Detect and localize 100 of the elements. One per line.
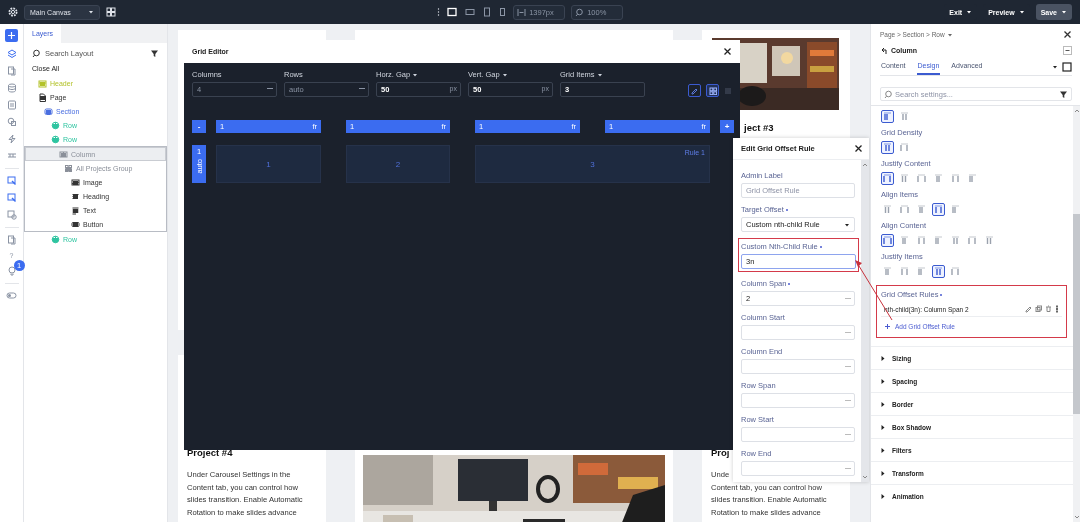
- view-button[interactable]: [706, 84, 719, 97]
- bars-icon: [900, 112, 909, 121]
- bars-icon: [900, 267, 909, 276]
- caret-right-icon: [880, 354, 887, 362]
- bars-icon: [883, 112, 892, 121]
- keyboard-icon[interactable]: [6, 151, 17, 161]
- layout-option-button[interactable]: [983, 234, 996, 247]
- layout-option-button[interactable]: [881, 203, 894, 216]
- desktop-button[interactable]: [446, 6, 459, 18]
- search-icon: [575, 7, 585, 17]
- back-icon[interactable]: [880, 46, 888, 55]
- caret-icon: [88, 9, 94, 15]
- bars-icon: [951, 205, 960, 214]
- close-icon[interactable]: [723, 47, 732, 56]
- shapes-icon[interactable]: [6, 117, 17, 127]
- caret-icon[interactable]: [1052, 64, 1058, 70]
- cursor-icon[interactable]: [6, 176, 17, 186]
- bars-icon: [934, 174, 943, 183]
- card-heading: Proj: [711, 447, 730, 459]
- scrollbar[interactable]: [861, 160, 869, 482]
- bars-icon: [968, 236, 977, 245]
- width-icon: [517, 7, 527, 17]
- bars-icon: [883, 174, 892, 183]
- scrollbar[interactable]: [1073, 106, 1080, 522]
- layout-option-button[interactable]: [881, 234, 894, 247]
- bars-icon: [883, 205, 892, 214]
- bars-icon: [968, 174, 977, 183]
- caret-icon: [1061, 9, 1067, 15]
- more-icon[interactable]: [1055, 305, 1059, 313]
- bars-icon: [883, 236, 892, 245]
- caret-right-icon: [880, 400, 887, 408]
- stepper-icon[interactable]: [267, 86, 273, 91]
- bars-icon: [900, 205, 909, 214]
- document-icon[interactable]: [6, 100, 17, 110]
- pages-icon[interactable]: [6, 66, 17, 76]
- card-heading: ject #3: [744, 122, 774, 134]
- input-field[interactable]: [741, 359, 855, 374]
- bars-icon: [917, 174, 926, 183]
- bars-icon: [934, 267, 943, 276]
- bars-icon: [934, 236, 943, 245]
- bars-icon: [883, 267, 892, 276]
- settings-icon[interactable]: [8, 7, 18, 17]
- remove-column-button[interactable]: -: [192, 120, 206, 133]
- plus-icon: [7, 31, 16, 40]
- pencil-icon[interactable]: [1025, 305, 1032, 313]
- layout-option-button[interactable]: [881, 172, 894, 185]
- input-field[interactable]: [741, 393, 855, 408]
- plus-icon: [884, 323, 891, 330]
- lightning-icon[interactable]: [6, 134, 17, 144]
- desktop-icon[interactable]: [1062, 62, 1072, 72]
- layout-option-button[interactable]: [932, 265, 945, 278]
- close-icon[interactable]: [854, 144, 863, 153]
- search-icon: [32, 49, 41, 58]
- input-field[interactable]: [741, 461, 855, 476]
- database-icon[interactable]: [6, 83, 17, 93]
- layout-option-button[interactable]: [898, 172, 911, 185]
- layout-option-button[interactable]: [932, 203, 945, 216]
- caret-icon[interactable]: [501, 71, 508, 78]
- filter-icon[interactable]: [1059, 89, 1068, 99]
- caret-right-icon: [880, 423, 887, 431]
- stepper-icon[interactable]: [359, 86, 365, 91]
- caret-icon[interactable]: [412, 71, 419, 78]
- chevron-up-icon[interactable]: [1073, 108, 1080, 113]
- view-button[interactable]: [688, 84, 701, 97]
- trash-icon[interactable]: [1045, 305, 1052, 313]
- layout-option-button[interactable]: [881, 141, 894, 154]
- bars-icon: [951, 236, 960, 245]
- grid-icon[interactable]: [106, 7, 116, 17]
- caret-icon[interactable]: [596, 71, 603, 78]
- caret-right-icon: [880, 469, 887, 477]
- caret-icon: [966, 9, 973, 15]
- toggle-icon[interactable]: [6, 291, 17, 300]
- phone-button[interactable]: [498, 6, 508, 18]
- cursor-icon[interactable]: [6, 193, 17, 203]
- input-field[interactable]: [741, 325, 855, 340]
- lightbulb-icon[interactable]: [6, 266, 17, 276]
- layout-option-button[interactable]: [881, 110, 894, 123]
- cell-number: 2: [395, 159, 401, 169]
- filter-icon: [150, 49, 159, 58]
- tablet-button[interactable]: [482, 6, 493, 18]
- chevron-down-icon[interactable]: [862, 475, 868, 480]
- input-field[interactable]: [741, 427, 855, 442]
- copy-icon[interactable]: [1035, 305, 1042, 313]
- add-column-button[interactable]: +: [720, 120, 734, 133]
- grid-icon: [708, 86, 717, 95]
- cell-number: 3: [590, 159, 595, 169]
- collapse-icon[interactable]: [1063, 46, 1072, 55]
- cell-number: 1: [266, 159, 271, 169]
- history-icon[interactable]: [6, 210, 17, 220]
- bars-icon: [900, 236, 909, 245]
- copy-icon[interactable]: [6, 235, 17, 245]
- edit-icon: [690, 86, 699, 95]
- add-button[interactable]: [5, 29, 18, 42]
- close-icon[interactable]: [1063, 30, 1072, 39]
- tablet-landscape-button[interactable]: [464, 6, 477, 18]
- caret-right-icon: [880, 492, 887, 500]
- layers-icon[interactable]: [6, 49, 17, 59]
- chevron-down-icon[interactable]: [1073, 515, 1080, 520]
- bars-icon: [934, 205, 943, 214]
- chevron-up-icon[interactable]: [862, 162, 868, 167]
